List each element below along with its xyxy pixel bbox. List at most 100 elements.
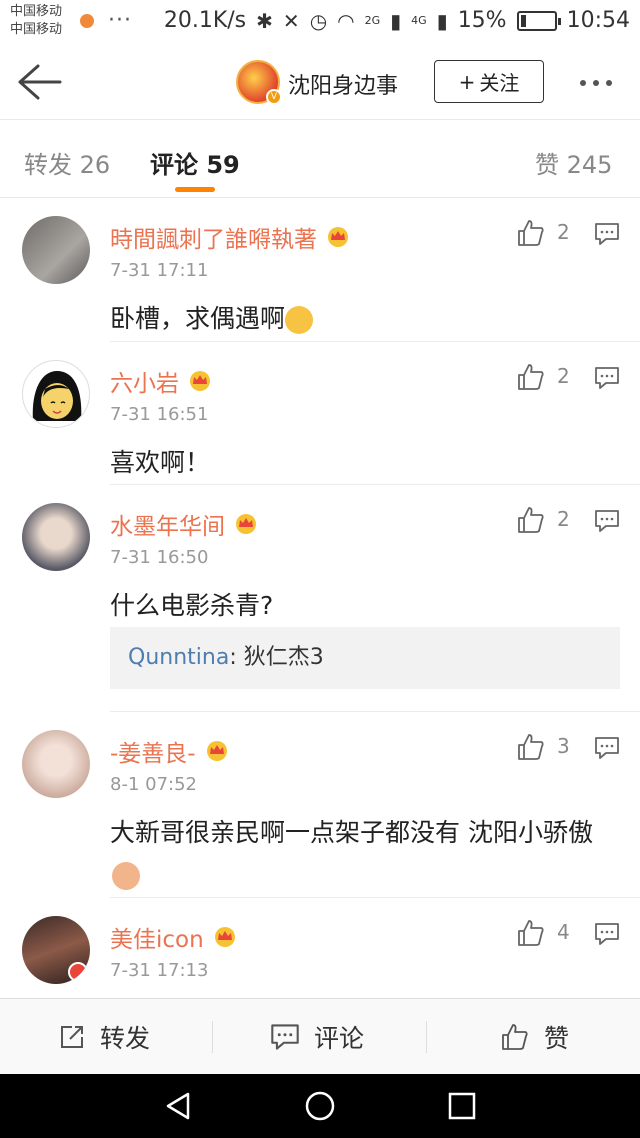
comment-username[interactable]: 六小岩 — [110, 364, 213, 398]
kiss-emoji-icon — [285, 306, 314, 334]
vip-crown-icon — [328, 227, 348, 247]
comment-text-body: 卧槽，求偶遇啊 — [110, 304, 286, 333]
status-bar: 中国移动 中国移动 ··· 20.1K/s ✱ ✕ ◷ ◠ 2G ▮ 4G ▮ … — [0, 0, 640, 44]
back-arrow-icon[interactable] — [16, 62, 62, 102]
comment-text: 大新哥很亲民啊一点架子都没有 沈阳小骄傲 — [110, 812, 620, 896]
comment-username[interactable]: 水墨年华间 — [110, 507, 259, 541]
repost-button[interactable]: 转发 — [58, 999, 150, 1075]
alarm-icon: ◷ — [309, 8, 328, 33]
like-icon[interactable] — [516, 218, 546, 248]
comment-time: 7-31 16:50 — [110, 547, 209, 568]
nav-home-icon[interactable] — [304, 1090, 336, 1122]
carrier-2: 中国移动 — [10, 22, 63, 37]
signal-icon-2: ▮ — [436, 8, 448, 33]
more-options-icon[interactable] — [580, 80, 612, 86]
tab-reposts-count: 26 — [79, 151, 111, 179]
network-2g: 2G — [364, 14, 381, 27]
like-count: 3 — [557, 734, 570, 758]
avatar[interactable] — [22, 916, 90, 984]
like-label: 赞 — [544, 1024, 570, 1053]
verified-user-icon — [68, 962, 88, 982]
carrier-1: 中国移动 — [10, 4, 63, 19]
reply-icon[interactable] — [594, 366, 620, 390]
comment-text: 什么电影杀青? — [110, 591, 274, 620]
comment-time: 7-31 16:51 — [110, 404, 209, 425]
account-name[interactable]: 沈阳身边事 — [288, 68, 398, 100]
comment-item[interactable]: 美佳icon 7-31 17:13 4 — [0, 898, 640, 998]
battery-percent: 15% — [457, 8, 507, 33]
username-text: 美佳icon — [110, 927, 204, 953]
avatar[interactable] — [22, 216, 90, 284]
like-button[interactable]: 赞 — [500, 999, 569, 1075]
username-text: 時間諷刺了誰嘚執著 — [110, 227, 317, 253]
verified-icon: V — [266, 89, 282, 105]
reply-icon[interactable] — [594, 222, 620, 246]
sub-reply-text: 狄仁杰3 — [243, 645, 324, 670]
plus-icon: + — [458, 69, 476, 94]
tab-likes[interactable]: 赞 245 — [535, 145, 612, 180]
follow-button[interactable]: + 关注 — [434, 60, 544, 103]
battery-icon — [516, 10, 561, 31]
reply-icon[interactable] — [594, 736, 620, 760]
like-count: 2 — [557, 220, 570, 244]
sub-reply-separator: : — [229, 645, 244, 670]
carrier-info: 中国移动 中国移动 — [10, 3, 62, 39]
wifi-icon: ◠ — [337, 8, 355, 33]
tab-likes-label: 赞 — [535, 151, 559, 179]
repost-icon — [61, 1026, 83, 1048]
avatar[interactable] — [22, 503, 90, 571]
tab-comments-label: 评论 — [150, 151, 198, 179]
proud-emoji-icon — [112, 862, 140, 890]
tab-likes-count: 245 — [566, 151, 613, 179]
reply-icon[interactable] — [594, 922, 620, 946]
avatar[interactable] — [22, 730, 90, 798]
comment-username[interactable]: 時間諷刺了誰嘚執著 — [110, 220, 351, 254]
sub-reply-user[interactable]: Qunntina — [128, 645, 229, 670]
like-icon[interactable] — [516, 732, 546, 762]
comment-button[interactable]: 评论 — [270, 999, 364, 1075]
like-count: 4 — [557, 920, 570, 944]
comment-list: 時間諷刺了誰嘚執著 7-31 17:11 卧槽，求偶遇啊 2 六小岩 7-31 … — [0, 198, 640, 998]
network-speed: 20.1K/s — [163, 8, 247, 33]
account-avatar[interactable]: V — [236, 60, 282, 105]
vip-crown-icon — [190, 371, 210, 391]
username-text: 水墨年华间 — [110, 514, 225, 540]
comment-icon — [271, 1024, 299, 1050]
like-icon[interactable] — [516, 505, 546, 535]
active-tab-indicator — [175, 187, 215, 192]
nav-back-icon[interactable] — [162, 1090, 194, 1122]
username-text: 六小岩 — [110, 371, 179, 397]
sub-reply[interactable]: Qunntina: 狄仁杰3 — [110, 627, 620, 689]
separator — [426, 1021, 427, 1053]
username-text: -姜善良- — [110, 741, 196, 767]
like-icon[interactable] — [516, 918, 546, 948]
reply-icon[interactable] — [594, 509, 620, 533]
bluetooth-icon: ✱ — [256, 8, 273, 33]
nav-recents-icon[interactable] — [447, 1091, 477, 1121]
tab-comments-count: 59 — [206, 151, 240, 179]
notification-icon — [80, 14, 94, 28]
comment-item[interactable]: 水墨年华间 7-31 16:50 什么电影杀青? Qunntina: 狄仁杰3 … — [0, 485, 640, 712]
comment-username[interactable]: -姜善良- — [110, 734, 230, 768]
like-icon[interactable] — [516, 362, 546, 392]
comment-username[interactable]: 美佳icon — [110, 920, 238, 954]
comment-item[interactable]: 六小岩 7-31 16:51 喜欢啊！ 2 — [0, 342, 640, 485]
tab-reposts[interactable]: 转发 26 — [24, 145, 110, 180]
comment-text: 喜欢啊！ — [110, 448, 211, 477]
comment-text-body: 大新哥很亲民啊一点架子都没有 沈阳小骄傲 — [110, 818, 593, 847]
separator — [212, 1021, 213, 1053]
clock: 10:54 — [566, 8, 630, 33]
tab-comments[interactable]: 评论 59 — [150, 145, 240, 180]
comment-label: 评论 — [314, 1024, 365, 1053]
like-icon — [502, 1024, 528, 1050]
comment-item[interactable]: -姜善良- 8-1 07:52 大新哥很亲民啊一点架子都没有 沈阳小骄傲 3 — [0, 712, 640, 898]
comment-item[interactable]: 時間諷刺了誰嘚執著 7-31 17:11 卧槽，求偶遇啊 2 — [0, 198, 640, 342]
mute-icon: ✕ — [282, 8, 300, 33]
comment-text: 卧槽，求偶遇啊 — [110, 298, 620, 340]
system-nav-bar — [0, 1074, 640, 1138]
repost-label: 转发 — [100, 1024, 151, 1053]
more-notifications-icon: ··· — [108, 8, 132, 33]
tab-bar: 转发 26 评论 59 赞 245 — [0, 121, 640, 198]
signal-icon: ▮ — [390, 8, 402, 33]
avatar[interactable] — [22, 360, 90, 428]
